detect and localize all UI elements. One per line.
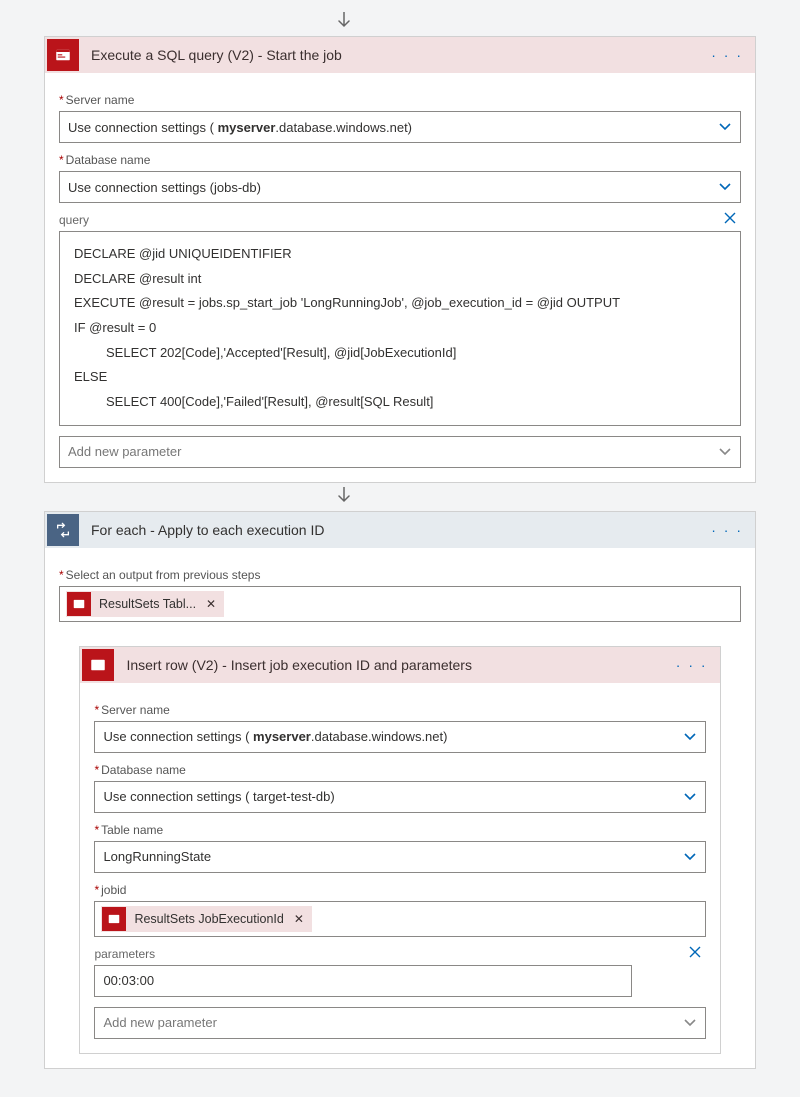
chevron-down-icon (718, 445, 732, 459)
action-title: Insert row (V2) - Insert job execution I… (126, 657, 673, 673)
query-textarea[interactable]: DECLARE @jid UNIQUEIDENTIFIER DECLARE @r… (59, 231, 741, 426)
jobid-input[interactable]: ResultSets JobExecutionId ✕ (94, 901, 705, 937)
table-name-dropdown[interactable]: LongRunningState (94, 841, 705, 873)
database-name-label: Database name (94, 763, 705, 777)
server-name-dropdown[interactable]: Use connection settings ( myserver.datab… (94, 721, 705, 753)
chevron-down-icon (718, 120, 732, 134)
database-name-label: Database name (59, 153, 741, 167)
chevron-down-icon (683, 850, 697, 864)
table-name-label: Table name (94, 823, 705, 837)
server-name-label: Server name (59, 93, 741, 107)
select-output-input[interactable]: ResultSets Tabl... ✕ (59, 586, 741, 622)
token-remove-button[interactable]: ✕ (294, 912, 304, 926)
jobid-label: jobid (94, 883, 705, 897)
select-output-label: Select an output from previous steps (59, 568, 741, 582)
token-resultsets-table[interactable]: ResultSets Tabl... ✕ (66, 591, 224, 617)
sql-icon (47, 39, 79, 71)
server-name-label: Server name (94, 703, 705, 717)
sql-icon (82, 649, 114, 681)
query-label: query (59, 213, 89, 227)
sql-icon (102, 907, 126, 931)
action-header[interactable]: Insert row (V2) - Insert job execution I… (80, 647, 719, 683)
chevron-down-icon (683, 730, 697, 744)
clear-query-button[interactable] (719, 211, 741, 231)
sql-icon (67, 592, 91, 616)
action-header[interactable]: Execute a SQL query (V2) - Start the job… (45, 37, 755, 73)
database-name-dropdown[interactable]: Use connection settings (jobs-db) (59, 171, 741, 203)
flow-arrow-icon (334, 8, 354, 36)
chevron-down-icon (683, 790, 697, 804)
add-new-parameter-dropdown[interactable]: Add new parameter (94, 1007, 705, 1039)
action-card-execute-sql: Execute a SQL query (V2) - Start the job… (44, 36, 756, 483)
foreach-icon (47, 514, 79, 546)
action-title: Execute a SQL query (V2) - Start the job (91, 47, 709, 63)
parameters-label: parameters (94, 947, 155, 961)
action-header[interactable]: For each - Apply to each execution ID · … (45, 512, 755, 548)
chevron-down-icon (718, 180, 732, 194)
action-card-foreach: For each - Apply to each execution ID · … (44, 511, 756, 1069)
action-menu-button[interactable]: · · · (709, 522, 745, 538)
database-name-dropdown[interactable]: Use connection settings ( target-test-db… (94, 781, 705, 813)
clear-parameters-button[interactable] (684, 945, 706, 965)
add-new-parameter-dropdown[interactable]: Add new parameter (59, 436, 741, 468)
chevron-down-icon (683, 1016, 697, 1030)
action-card-insert-row: Insert row (V2) - Insert job execution I… (79, 646, 720, 1054)
flow-arrow-icon (334, 483, 354, 511)
action-menu-button[interactable]: · · · (709, 47, 745, 63)
parameters-input[interactable]: 00:03:00 (94, 965, 632, 997)
token-remove-button[interactable]: ✕ (206, 597, 216, 611)
server-name-dropdown[interactable]: Use connection settings ( myserver.datab… (59, 111, 741, 143)
action-menu-button[interactable]: · · · (674, 657, 710, 673)
action-title: For each - Apply to each execution ID (91, 522, 709, 538)
token-jobexecutionid[interactable]: ResultSets JobExecutionId ✕ (101, 906, 311, 932)
